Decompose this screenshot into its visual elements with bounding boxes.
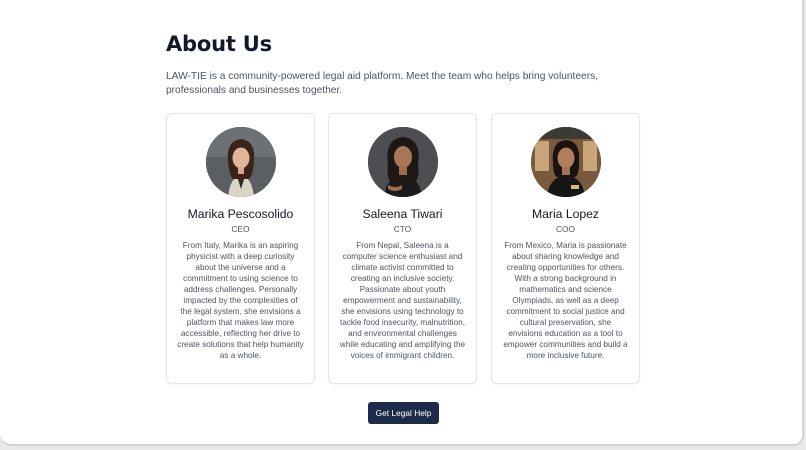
intro-text: LAW-TIE is a community-powered legal aid… (166, 71, 599, 96)
member-name: Marika Pescosolido (187, 207, 294, 221)
member-role: CTO (393, 224, 412, 234)
team-card-coo: Maria Lopez COO From Mexico, Maria is pa… (491, 113, 640, 384)
member-bio: From Nepal, Saleena is a computer scienc… (339, 241, 466, 360)
member-bio: From Mexico, Maria is passionate about s… (503, 241, 628, 360)
page: About Us LAW-TIE is a community-powered … (0, 0, 804, 446)
team-card-ceo: Marika Pescosolido CEO From Italy, Marik… (166, 113, 315, 384)
member-bio: From Italy, Marika is an aspiring physic… (177, 241, 304, 360)
member-role: CEO (231, 224, 250, 234)
avatar-photo (531, 127, 601, 197)
team-cards: Marika Pescosolido CEO From Italy, Marik… (166, 113, 640, 385)
member-name: Saleena Tiwari (362, 207, 443, 221)
team-card-cto: Saleena Tiwari CTO From Nepal, Saleena i… (328, 113, 477, 384)
avatar-photo (206, 127, 276, 197)
get-legal-help-button[interactable]: Get Legal Help (368, 402, 439, 424)
member-role: COO (555, 224, 576, 234)
member-name: Maria Lopez (531, 207, 600, 221)
page-title: About Us (166, 32, 272, 56)
avatar-photo (368, 127, 438, 197)
